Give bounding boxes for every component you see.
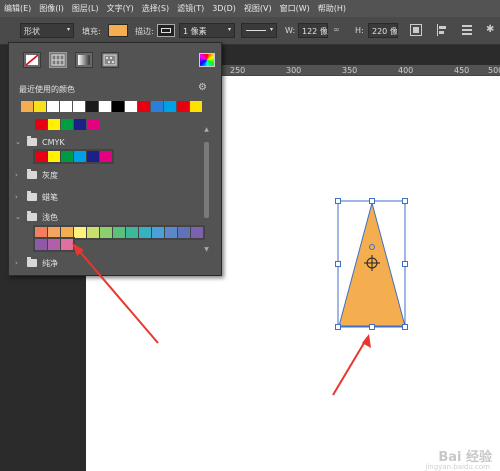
- annotation-arrows: [72, 243, 371, 396]
- arrow-to-shape: [332, 337, 368, 396]
- arrow-to-swatch: [74, 245, 159, 344]
